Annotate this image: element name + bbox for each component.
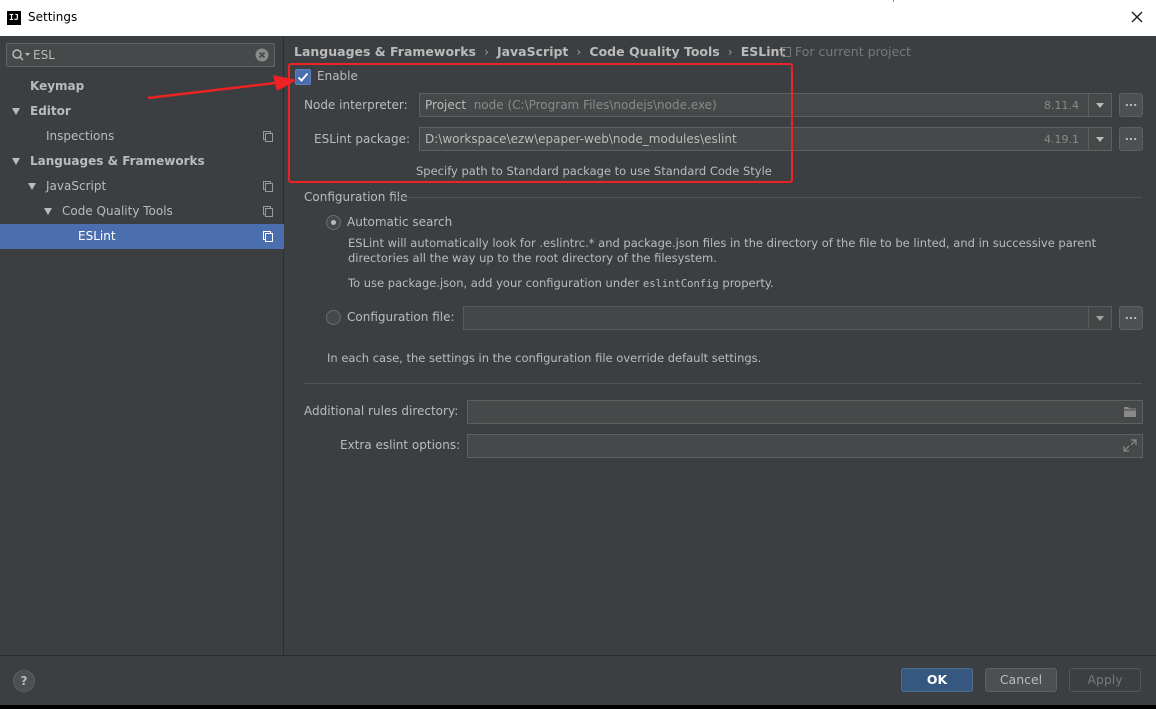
project-icon bbox=[782, 47, 791, 57]
window-title: Settings bbox=[28, 10, 78, 24]
automatic-search-label[interactable]: Automatic search bbox=[347, 215, 452, 229]
title-divider bbox=[893, 0, 894, 2]
tree-item[interactable]: JavaScript bbox=[0, 174, 284, 199]
node-interpreter-browse-button[interactable]: ... bbox=[1119, 93, 1143, 117]
tree-item-label: Keymap bbox=[30, 79, 85, 93]
search-input[interactable]: ESL bbox=[6, 43, 275, 67]
apply-button[interactable]: Apply bbox=[1069, 668, 1141, 692]
intellij-app-icon: IJ bbox=[7, 11, 21, 25]
breadcrumb-item: JavaScript bbox=[496, 44, 569, 59]
tree-item-label: JavaScript bbox=[46, 179, 107, 193]
breadcrumb-item: Code Quality Tools bbox=[589, 44, 720, 59]
configuration-file-browse-button[interactable]: ... bbox=[1119, 306, 1143, 330]
clear-search-icon[interactable] bbox=[255, 48, 269, 62]
title-bar: IJ Settings bbox=[0, 0, 1156, 36]
configuration-file-label[interactable]: Configuration file: bbox=[347, 310, 455, 324]
ok-button[interactable]: OK bbox=[901, 668, 973, 692]
annotation-highlight-box bbox=[288, 63, 793, 183]
project-scope-icon bbox=[263, 131, 273, 142]
automatic-search-radio[interactable] bbox=[326, 215, 341, 230]
settings-sidebar: ESL Keymap Editor Inspections Languages & F… bbox=[0, 36, 284, 655]
tree-item[interactable]: Inspections bbox=[0, 124, 284, 149]
folder-icon[interactable] bbox=[1123, 405, 1137, 418]
chevron-down-icon[interactable] bbox=[1088, 128, 1111, 150]
extra-options-input[interactable] bbox=[467, 434, 1143, 458]
chevron-down-icon[interactable] bbox=[1088, 94, 1111, 116]
config-override-note: In each case, the settings in the config… bbox=[327, 351, 762, 365]
package-json-hint-suffix: property. bbox=[722, 276, 774, 290]
expand-arrow-icon[interactable] bbox=[12, 108, 20, 115]
eslint-version: 4.19.1 bbox=[1044, 133, 1079, 146]
eslint-settings-panel: Languages & Frameworks › JavaScript › Code Q… bbox=[285, 36, 1156, 655]
package-json-hint-prefix: To use package.json, add your configurat… bbox=[348, 276, 640, 290]
breadcrumb-separator: › bbox=[727, 44, 733, 59]
search-icon[interactable] bbox=[11, 48, 33, 62]
rules-directory-label: Additional rules directory: bbox=[304, 404, 459, 418]
project-scope-icon bbox=[263, 206, 273, 217]
for-current-project-text: For current project bbox=[795, 44, 911, 59]
package-json-hint: To use package.json, add your configurat… bbox=[348, 276, 1148, 292]
breadcrumb-separator: › bbox=[576, 44, 582, 59]
extra-options-label: Extra eslint options: bbox=[340, 438, 461, 452]
expand-arrow-icon[interactable] bbox=[28, 183, 36, 190]
expand-arrow-icon[interactable] bbox=[44, 208, 52, 215]
node-version: 8.11.4 bbox=[1044, 99, 1079, 112]
eslint-package-browse-button[interactable]: ... bbox=[1119, 127, 1143, 151]
project-scope-icon bbox=[263, 181, 273, 192]
chevron-down-icon[interactable] bbox=[1088, 307, 1111, 329]
tree-item[interactable]: Languages & Frameworks bbox=[0, 149, 284, 174]
tree-item-label: Editor bbox=[30, 104, 71, 118]
tree-item-label: ESLint bbox=[78, 229, 116, 243]
automatic-search-description: ESLint will automatically look for .esli… bbox=[348, 236, 1097, 265]
cancel-button[interactable]: Cancel bbox=[985, 668, 1057, 692]
configuration-file-select[interactable] bbox=[463, 306, 1112, 330]
configuration-file-section-title: Configuration file bbox=[304, 190, 408, 204]
help-button[interactable]: ? bbox=[13, 670, 35, 692]
eslint-config-code: eslintConfig bbox=[642, 278, 719, 290]
expand-arrow-icon[interactable] bbox=[12, 158, 20, 165]
section-divider bbox=[304, 383, 1142, 384]
project-scope-icon bbox=[263, 231, 273, 242]
annotation-arrow-icon bbox=[147, 75, 297, 100]
close-icon[interactable] bbox=[1128, 8, 1146, 26]
tree-item-label: Inspections bbox=[46, 129, 115, 143]
breadcrumb-separator: › bbox=[483, 44, 489, 59]
tree-item-label: Languages & Frameworks bbox=[30, 154, 205, 168]
tree-item[interactable]: ESLint bbox=[0, 224, 284, 249]
section-divider bbox=[395, 197, 1142, 198]
expand-icon[interactable] bbox=[1123, 439, 1137, 452]
tree-item[interactable]: Code Quality Tools bbox=[0, 199, 284, 224]
search-value: ESL bbox=[33, 48, 55, 62]
rules-directory-input[interactable] bbox=[467, 400, 1143, 424]
breadcrumb-item: Languages & Frameworks bbox=[294, 44, 476, 59]
breadcrumb-item: ESLint bbox=[740, 44, 786, 59]
project-scope-label: For current project bbox=[782, 44, 911, 59]
window-bottom-edge bbox=[0, 705, 1156, 709]
configuration-file-radio[interactable] bbox=[326, 310, 341, 325]
breadcrumb: Languages & Frameworks › JavaScript › Code Q… bbox=[294, 44, 785, 59]
tree-item-label: Code Quality Tools bbox=[62, 204, 173, 218]
dialog-button-bar: ? OK Cancel Apply bbox=[0, 655, 1156, 709]
